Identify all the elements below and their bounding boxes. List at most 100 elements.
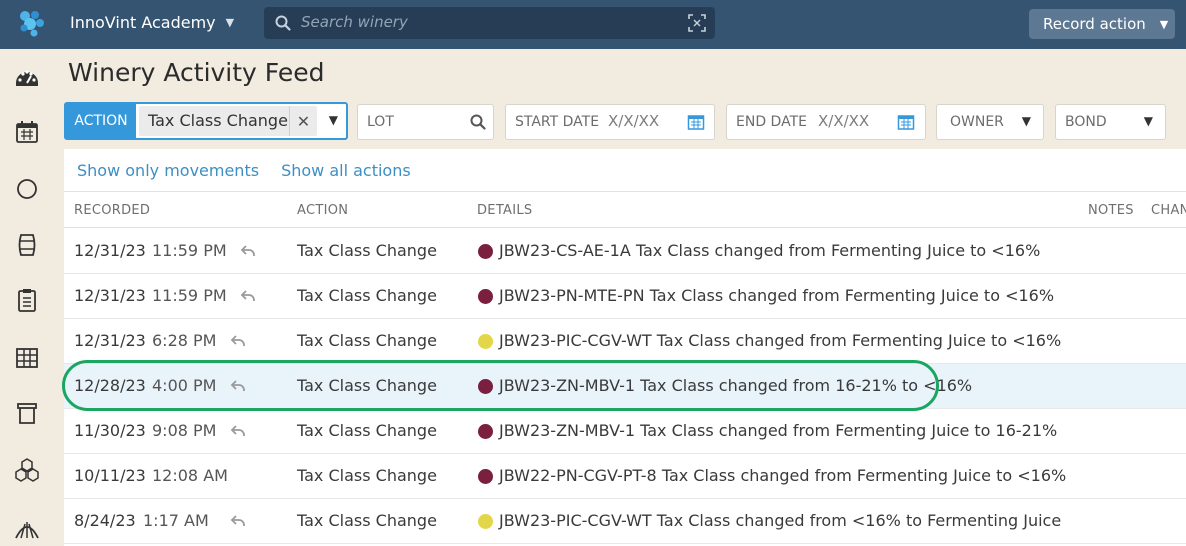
row-date: 12/31/23 xyxy=(74,331,146,350)
row-details[interactable]: JBW23-PN-MTE-PN Tax Class changed from F… xyxy=(499,286,1054,305)
lot-color-dot xyxy=(478,469,493,484)
end-date-filter[interactable]: END DATE X/X/XX xyxy=(726,104,926,140)
col-details[interactable]: DETAILS xyxy=(477,203,532,218)
dashboard-icon[interactable] xyxy=(14,64,40,90)
row-date: 12/31/23 xyxy=(74,241,146,260)
row-details[interactable]: JBW23-PIC-CGV-WT Tax Class changed from … xyxy=(499,511,1061,530)
chevron-down-icon: ▼ xyxy=(225,16,235,29)
calendar-icon[interactable] xyxy=(687,113,705,131)
bin-icon[interactable] xyxy=(14,401,40,427)
row-action: Tax Class Change xyxy=(297,241,437,260)
org-name: InnoVint Academy xyxy=(70,13,216,32)
chevron-down-icon: ▼ xyxy=(1143,114,1153,128)
calendar-icon[interactable] xyxy=(897,113,915,131)
owner-filter-label: OWNER xyxy=(950,114,1004,130)
bond-filter[interactable]: BOND ▼ xyxy=(1055,104,1166,140)
row-date: 12/28/23 xyxy=(74,376,146,395)
row-details[interactable]: JBW23-ZN-MBV-1 Tax Class changed from 16… xyxy=(499,376,972,395)
chevron-down-icon: ▼ xyxy=(1159,17,1169,31)
table-row[interactable]: 11/30/23 9:08 PM Tax Class Change JBW23-ZN-… xyxy=(64,409,1186,454)
col-notes[interactable]: NOTES xyxy=(1088,203,1134,218)
barrel-icon[interactable] xyxy=(14,232,40,258)
search-icon xyxy=(470,114,486,130)
bond-filter-label: BOND xyxy=(1065,114,1107,130)
row-action: Tax Class Change xyxy=(297,376,437,395)
action-filter-value: Tax Class Change xyxy=(148,111,288,130)
end-date-label: END DATE xyxy=(736,114,807,130)
start-date-filter[interactable]: START DATE X/X/XX xyxy=(505,104,715,140)
undo-icon[interactable] xyxy=(230,378,246,394)
lot-filter[interactable]: LOT xyxy=(357,104,494,140)
show-only-movements-link[interactable]: Show only movements xyxy=(77,161,259,180)
undo-icon[interactable] xyxy=(240,288,256,304)
row-details[interactable]: JBW23-ZN-MBV-1 Tax Class changed from Fe… xyxy=(499,421,1057,440)
row-time: 1:17 AM xyxy=(143,511,209,530)
search-placeholder: Search winery xyxy=(301,13,408,31)
table-row[interactable]: 12/31/23 11:59 PM Tax Class Change JBW23-PN… xyxy=(64,274,1186,319)
record-action-button[interactable]: Record action ▼ xyxy=(1029,9,1175,39)
page-title: Winery Activity Feed xyxy=(68,58,325,87)
lot-color-dot xyxy=(478,289,493,304)
action-filter-chip: Tax Class Change ✕ xyxy=(139,106,317,136)
row-time: 6:28 PM xyxy=(152,331,217,350)
undo-icon[interactable] xyxy=(230,333,246,349)
sidebar xyxy=(0,49,54,546)
start-date-value: X/X/XX xyxy=(608,112,660,130)
clipboard-icon[interactable] xyxy=(14,287,40,313)
row-date: 8/24/23 xyxy=(74,511,136,530)
row-details[interactable]: JBW22-PN-CGV-PT-8 Tax Class changed from… xyxy=(499,466,1066,485)
lot-color-dot xyxy=(478,379,493,394)
row-action: Tax Class Change xyxy=(297,421,437,440)
lot-color-dot xyxy=(478,514,493,529)
table-row[interactable]: 12/28/23 4:00 PM Tax Class Change JBW23-ZN-… xyxy=(64,364,1186,409)
row-time: 4:00 PM xyxy=(152,376,217,395)
table-row[interactable]: 8/24/23 1:17 AM Tax Class Change JBW23-PIC-… xyxy=(64,499,1186,544)
table-row[interactable]: 12/31/23 11:59 PM Tax Class Change JBW23-CS… xyxy=(64,229,1186,274)
vineyard-icon[interactable] xyxy=(14,514,40,540)
row-details[interactable]: JBW23-PIC-CGV-WT Tax Class changed from … xyxy=(499,331,1061,350)
boxes-icon[interactable] xyxy=(14,457,40,483)
owner-filter[interactable]: OWNER ▼ xyxy=(936,104,1044,140)
row-time: 12:08 AM xyxy=(152,466,228,485)
row-action: Tax Class Change xyxy=(297,511,437,530)
table-row[interactable]: 12/31/23 6:28 PM Tax Class Change JBW23-PIC… xyxy=(64,319,1186,364)
row-details[interactable]: JBW23-CS-AE-1A Tax Class changed from Fe… xyxy=(499,241,1040,260)
row-time: 9:08 PM xyxy=(152,421,217,440)
search-icon xyxy=(275,15,291,31)
row-date: 12/31/23 xyxy=(74,286,146,305)
row-date: 11/30/23 xyxy=(74,421,146,440)
record-action-label: Record action xyxy=(1043,15,1146,33)
chevron-down-icon[interactable]: ▼ xyxy=(329,113,338,127)
col-action[interactable]: ACTION xyxy=(297,203,348,218)
grid-icon[interactable] xyxy=(14,345,40,371)
lot-color-dot xyxy=(478,244,493,259)
start-date-label: START DATE xyxy=(515,114,600,130)
lot-color-dot xyxy=(478,424,493,439)
view-links: Show only movements Show all actions xyxy=(77,161,411,180)
close-icon[interactable]: ✕ xyxy=(289,106,317,136)
search-bar[interactable]: Search winery xyxy=(264,7,715,39)
innovint-logo-icon[interactable] xyxy=(16,8,46,38)
lot-filter-label: LOT xyxy=(367,114,394,130)
org-switcher[interactable]: InnoVint Academy ▼ xyxy=(70,13,234,32)
undo-icon[interactable] xyxy=(230,513,246,529)
undo-icon[interactable] xyxy=(230,423,246,439)
col-recorded[interactable]: RECORDED xyxy=(74,203,150,218)
show-all-actions-link[interactable]: Show all actions xyxy=(281,161,411,180)
circle-icon[interactable] xyxy=(14,176,40,202)
action-filter-label: ACTION xyxy=(66,104,136,138)
row-date: 10/11/23 xyxy=(74,466,146,485)
lot-color-dot xyxy=(478,334,493,349)
table-row[interactable]: 10/11/23 12:08 AM Tax Class Change JBW22-PN… xyxy=(64,454,1186,499)
row-action: Tax Class Change xyxy=(297,466,437,485)
scan-icon[interactable] xyxy=(688,14,706,32)
end-date-value: X/X/XX xyxy=(818,112,870,130)
row-time: 11:59 PM xyxy=(152,241,227,260)
action-filter[interactable]: ACTION Tax Class Change ✕ ▼ xyxy=(64,102,348,140)
undo-icon[interactable] xyxy=(240,243,256,259)
activity-panel: Show only movements Show all actions REC… xyxy=(64,149,1186,546)
col-changed[interactable]: CHAN xyxy=(1151,203,1186,218)
divider xyxy=(64,191,1186,192)
top-bar: InnoVint Academy ▼ Search winery Record … xyxy=(0,0,1186,49)
calendar-icon[interactable] xyxy=(14,119,40,145)
